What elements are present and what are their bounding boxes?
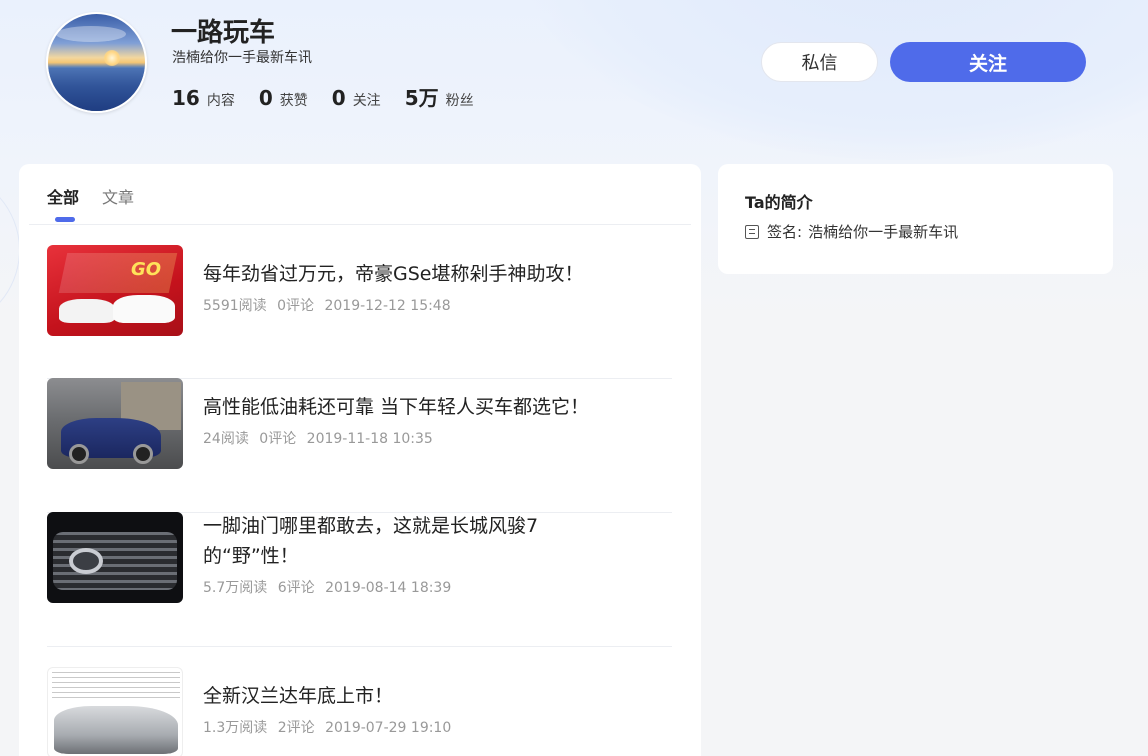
thumb-car — [54, 706, 178, 754]
read-count: 5.7万阅读 — [203, 580, 268, 596]
stat-label: 关注 — [352, 93, 381, 109]
article-title[interactable]: 高性能低油耗还可靠 当下年轻人买车都选它！ — [203, 392, 623, 422]
publish-time: 2019-08-14 18:39 — [325, 580, 452, 596]
stat-number: 5万 — [404, 86, 439, 110]
stat-label: 获赞 — [279, 93, 308, 109]
content-card: 全部 文章 GO 每年劲省过万元，帝豪GSe堪称剁手神助攻！ 5591阅读 0评… — [19, 164, 701, 756]
tab-label: 文章 — [102, 188, 135, 207]
signature-value: 浩楠给你一手最新车讯 — [808, 223, 959, 241]
article-info: 全新汉兰达年底上市！ 1.3万阅读 2评论 2019-07-29 19:10 — [203, 681, 623, 737]
article-thumbnail[interactable] — [47, 667, 183, 756]
signature-row: 签名: 浩楠给你一手最新车讯 — [745, 221, 958, 242]
article-meta: 5.7万阅读 6评论 2019-08-14 18:39 — [203, 577, 573, 597]
list-item[interactable]: GO 每年劲省过万元，帝豪GSe堪称剁手神助攻！ 5591阅读 0评论 2019… — [47, 245, 672, 379]
intro-title: Ta的简介 — [745, 193, 813, 212]
publish-time: 2019-12-12 15:48 — [324, 298, 451, 314]
read-count: 5591阅读 — [203, 298, 267, 314]
comment-count: 0评论 — [259, 431, 297, 447]
thumb-car — [59, 299, 115, 323]
stat-following[interactable]: 0 关注 — [332, 86, 381, 110]
thumb-text-lines — [52, 672, 180, 702]
avatar[interactable] — [46, 12, 147, 113]
follow-button[interactable]: 关注 — [890, 42, 1086, 82]
article-info: 每年劲省过万元，帝豪GSe堪称剁手神助攻！ 5591阅读 0评论 2019-12… — [203, 259, 623, 315]
tab-articles[interactable]: 文章 — [102, 184, 134, 220]
signature-label: 签名: — [767, 223, 803, 241]
intro-card: Ta的简介 签名: 浩楠给你一手最新车讯 — [718, 164, 1113, 274]
article-meta: 5591阅读 0评论 2019-12-12 15:48 — [203, 295, 623, 315]
profile-bio: 浩楠给你一手最新车讯 — [172, 50, 312, 66]
stat-fans[interactable]: 5万 粉丝 — [405, 82, 474, 111]
document-icon — [745, 224, 759, 239]
read-count: 24阅读 — [203, 431, 249, 447]
thumb-text: GO — [131, 259, 162, 280]
stat-number: 0 — [331, 86, 346, 110]
article-title[interactable]: 每年劲省过万元，帝豪GSe堪称剁手神助攻！ — [203, 259, 623, 289]
publish-time: 2019-11-18 10:35 — [306, 431, 433, 447]
profile-stats: 16 内容 0 获赞 0 关注 5万 粉丝 — [172, 82, 498, 111]
article-title[interactable]: 一脚油门哪里都敢去，这就是长城风骏7的“野”性！ — [203, 511, 573, 571]
tab-label: 全部 — [47, 188, 80, 207]
article-info: 高性能低油耗还可靠 当下年轻人买车都选它！ 24阅读 0评论 2019-11-1… — [203, 392, 623, 448]
decorative-circle — [0, 170, 20, 320]
article-thumbnail[interactable] — [47, 378, 183, 469]
divider — [29, 224, 691, 225]
article-title[interactable]: 全新汉兰达年底上市！ — [203, 681, 623, 711]
stat-content[interactable]: 16 内容 — [172, 86, 235, 110]
thumb-logo — [69, 548, 103, 574]
list-item[interactable]: 一脚油门哪里都敢去，这就是长城风骏7的“野”性！ 5.7万阅读 6评论 2019… — [47, 511, 672, 647]
stat-label: 粉丝 — [445, 93, 474, 109]
list-item[interactable]: 高性能低油耗还可靠 当下年轻人买车都选它！ 24阅读 0评论 2019-11-1… — [47, 378, 672, 513]
article-thumbnail[interactable]: GO — [47, 245, 183, 336]
stat-number: 0 — [258, 86, 273, 110]
stat-label: 内容 — [206, 93, 235, 109]
tab-active-indicator — [55, 217, 75, 222]
comment-count: 0评论 — [277, 298, 315, 314]
comment-count: 6评论 — [277, 580, 315, 596]
article-feed: GO 每年劲省过万元，帝豪GSe堪称剁手神助攻！ 5591阅读 0评论 2019… — [47, 245, 672, 756]
read-count: 1.3万阅读 — [203, 720, 268, 736]
article-meta: 1.3万阅读 2评论 2019-07-29 19:10 — [203, 717, 623, 737]
thumb-wheel — [133, 444, 153, 464]
list-item[interactable]: 全新汉兰达年底上市！ 1.3万阅读 2评论 2019-07-29 19:10 — [47, 647, 672, 756]
avatar-cloud — [56, 26, 126, 42]
stat-number: 16 — [172, 86, 200, 110]
publish-time: 2019-07-29 19:10 — [325, 720, 452, 736]
profile-name: 一路玩车 — [171, 18, 276, 48]
tab-bar: 全部 文章 — [47, 184, 157, 222]
article-info: 一脚油门哪里都敢去，这就是长城风骏7的“野”性！ 5.7万阅读 6评论 2019… — [203, 511, 573, 597]
article-thumbnail[interactable] — [47, 512, 183, 603]
stat-likes[interactable]: 0 获赞 — [259, 86, 308, 110]
thumb-car — [113, 295, 175, 323]
article-meta: 24阅读 0评论 2019-11-18 10:35 — [203, 428, 623, 448]
comment-count: 2评论 — [277, 720, 315, 736]
tab-all[interactable]: 全部 — [47, 184, 80, 222]
avatar-sun — [104, 50, 120, 66]
thumb-wheel — [69, 444, 89, 464]
message-button[interactable]: 私信 — [761, 42, 878, 82]
avatar-sea — [48, 68, 145, 111]
